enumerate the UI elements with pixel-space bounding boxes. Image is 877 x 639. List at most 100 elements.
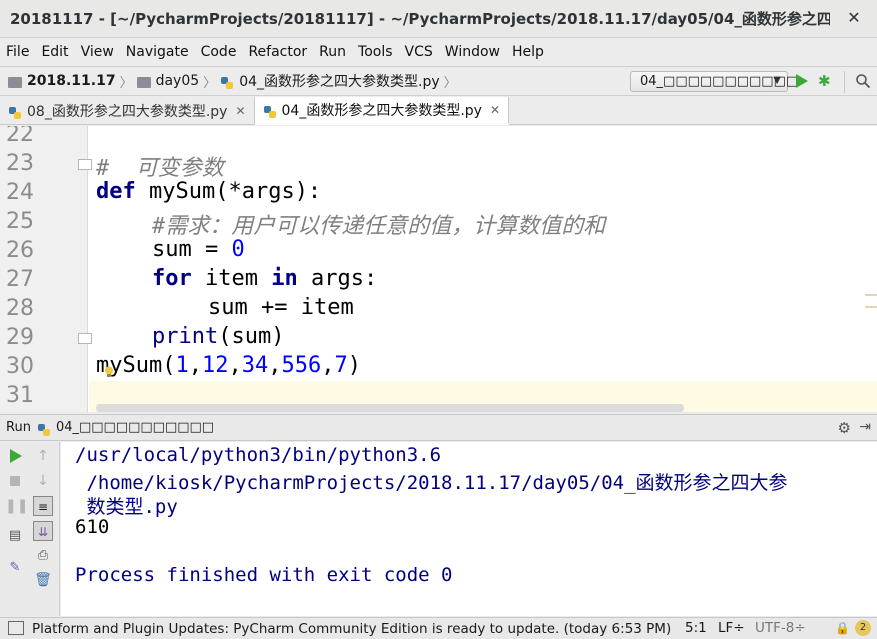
cursor-position[interactable]: 5:1 xyxy=(685,620,707,636)
run-icon[interactable] xyxy=(795,73,809,89)
console-line: /home/kiosk/PycharmProjects/2018.11.17/d… xyxy=(75,472,788,494)
toolbar-divider xyxy=(844,71,845,93)
lock-icon[interactable]: 🔒 xyxy=(835,621,850,635)
console-line: 610 xyxy=(75,516,110,538)
code-number: 1 xyxy=(175,353,189,378)
menu-code[interactable]: Code xyxy=(195,44,243,60)
close-icon[interactable]: ✕ xyxy=(490,103,500,117)
line-number: 30 xyxy=(6,354,34,379)
menu-refactor[interactable]: Refactor xyxy=(242,44,313,60)
menu-edit[interactable]: Edit xyxy=(35,44,74,60)
tab-file-04[interactable]: 04_函数形参之四大参数类型.py ✕ xyxy=(254,97,509,125)
soft-wrap-icon[interactable]: ≡ xyxy=(33,496,53,516)
code-number: 556 xyxy=(281,353,322,378)
line-number: 22 xyxy=(6,126,34,147)
arrow-down-icon[interactable]: ↓ xyxy=(33,471,53,491)
line-number: 24 xyxy=(6,180,34,205)
code-builtin: print xyxy=(152,324,219,349)
code-editor[interactable]: 22 23 24 25 26 27 28 29 30 31 # 可变参数 def… xyxy=(0,126,877,412)
console-output[interactable]: /usr/local/python3/bin/python3.6 /home/k… xyxy=(61,442,877,616)
lightbulb-icon[interactable] xyxy=(104,366,114,378)
folder-icon xyxy=(136,76,151,88)
menu-navigate[interactable]: Navigate xyxy=(120,44,195,60)
status-bar: Platform and Plugin Updates: PyCharm Com… xyxy=(0,617,877,639)
line-separator[interactable]: LF÷ xyxy=(718,620,745,636)
code-comment: # 可变参数 xyxy=(96,156,224,181)
pin-icon[interactable]: ✎ xyxy=(5,558,25,578)
code-line-23: # 可变参数 xyxy=(96,150,224,182)
console-line: 数类型.py xyxy=(75,496,178,518)
hide-panel-icon[interactable]: ⇥ xyxy=(859,419,871,435)
fold-marker-icon[interactable] xyxy=(78,333,92,344)
editor-tab-bar: 08_函数形参之四大参数类型.py ✕ 04_函数形参之四大参数类型.py ✕ xyxy=(0,97,877,125)
python-file-icon xyxy=(263,105,276,118)
breadcrumb-file[interactable]: 04_函数形参之四大参数类型.py xyxy=(239,71,439,91)
layout-icon[interactable]: ▤ xyxy=(5,526,25,546)
close-icon[interactable]: ✕ xyxy=(845,9,863,27)
chevron-right-icon: 〉 xyxy=(203,75,217,91)
breadcrumb-folder[interactable]: day05 xyxy=(156,73,200,89)
line-number: 26 xyxy=(6,238,34,263)
file-encoding[interactable]: UTF-8÷ xyxy=(755,620,806,636)
console-line: Process finished with exit code 0 xyxy=(75,564,453,586)
run-panel-header: Run 04_□□□□□□□□□□□ ⚙ ⇥ xyxy=(0,414,877,441)
run-configuration-select[interactable]: 04_□□□□□□□□□□□ ▼ xyxy=(630,71,798,92)
python-file-icon xyxy=(221,77,234,89)
menu-file[interactable]: File xyxy=(0,44,35,60)
tab-file-08[interactable]: 08_函数形参之四大参数类型.py ✕ xyxy=(0,97,255,125)
line-number: 23 xyxy=(6,151,34,176)
menu-view[interactable]: View xyxy=(75,44,120,60)
run-panel-title: Run xyxy=(6,420,31,435)
status-message[interactable]: Platform and Plugin Updates: PyCharm Com… xyxy=(0,621,671,637)
code-comment: #需求：用户可以传递任意的值，计算数值的和 xyxy=(152,214,606,239)
code-number: 7 xyxy=(334,353,348,378)
trash-icon[interactable]: 🗑 xyxy=(33,570,53,590)
tab-label: 04_函数形参之四大参数类型.py xyxy=(281,102,482,119)
code-line-26: sum = 0 xyxy=(152,237,245,262)
code-keyword: for xyxy=(152,266,192,291)
python-file-icon xyxy=(9,107,21,119)
line-number: 31 xyxy=(6,383,34,408)
fold-marker-icon[interactable] xyxy=(78,159,92,170)
print-icon[interactable]: ⎙ xyxy=(33,546,53,566)
error-stripe-marker[interactable] xyxy=(865,294,877,308)
breadcrumb-project[interactable]: 2018.11.17 xyxy=(27,73,116,89)
code-number: 34 xyxy=(241,353,269,378)
gear-icon[interactable]: ⚙ xyxy=(838,419,851,437)
debug-icon[interactable]: ✱ xyxy=(818,72,834,90)
breadcrumb: 2018.11.17 〉 day05 〉 04_函数形参之四大参数类型.py 〉 xyxy=(0,71,461,91)
stop-icon[interactable] xyxy=(5,471,25,491)
menu-window[interactable]: Window xyxy=(439,44,506,60)
code-keyword: def xyxy=(96,179,136,204)
code-line-28: sum += item xyxy=(208,295,354,320)
close-icon[interactable]: ✕ xyxy=(235,104,245,118)
line-number: 29 xyxy=(6,325,34,350)
folder-icon xyxy=(8,76,22,88)
panel-toggle-icon[interactable] xyxy=(8,621,24,635)
run-panel-config[interactable]: 04_□□□□□□□□□□□ xyxy=(56,420,214,435)
code-text: item xyxy=(191,266,272,291)
rerun-icon[interactable] xyxy=(5,446,25,466)
chevron-right-icon: 〉 xyxy=(119,75,133,91)
menu-tools[interactable]: Tools xyxy=(352,44,399,60)
run-toolbar: ↑ ↓ ❚❚ ≡ ⇊ ▤ ⎙ ✎ 🗑 xyxy=(0,442,60,616)
code-line-24: def mySum(*args): xyxy=(96,179,321,204)
code-line-27: for item in args: xyxy=(152,266,377,291)
code-line-25: #需求：用户可以传递任意的值，计算数值的和 xyxy=(152,208,605,240)
search-icon[interactable] xyxy=(855,73,871,89)
code-text: , xyxy=(321,353,335,378)
menu-help[interactable]: Help xyxy=(506,44,550,60)
code-keyword: in xyxy=(271,266,298,291)
code-text: , xyxy=(268,353,282,378)
notification-badge[interactable]: 2 xyxy=(855,620,871,636)
scroll-to-end-icon[interactable]: ⇊ xyxy=(33,521,53,541)
horizontal-scrollbar[interactable] xyxy=(96,404,684,412)
menu-run[interactable]: Run xyxy=(313,44,352,60)
arrow-up-icon[interactable]: ↑ xyxy=(33,446,53,466)
line-number: 25 xyxy=(6,209,34,234)
chevron-right-icon: 〉 xyxy=(443,75,457,91)
menu-vcs[interactable]: VCS xyxy=(399,44,439,60)
code-text: sum = xyxy=(152,237,232,262)
console-line: /usr/local/python3/bin/python3.6 xyxy=(75,444,442,466)
pause-icon[interactable]: ❚❚ xyxy=(5,496,28,516)
